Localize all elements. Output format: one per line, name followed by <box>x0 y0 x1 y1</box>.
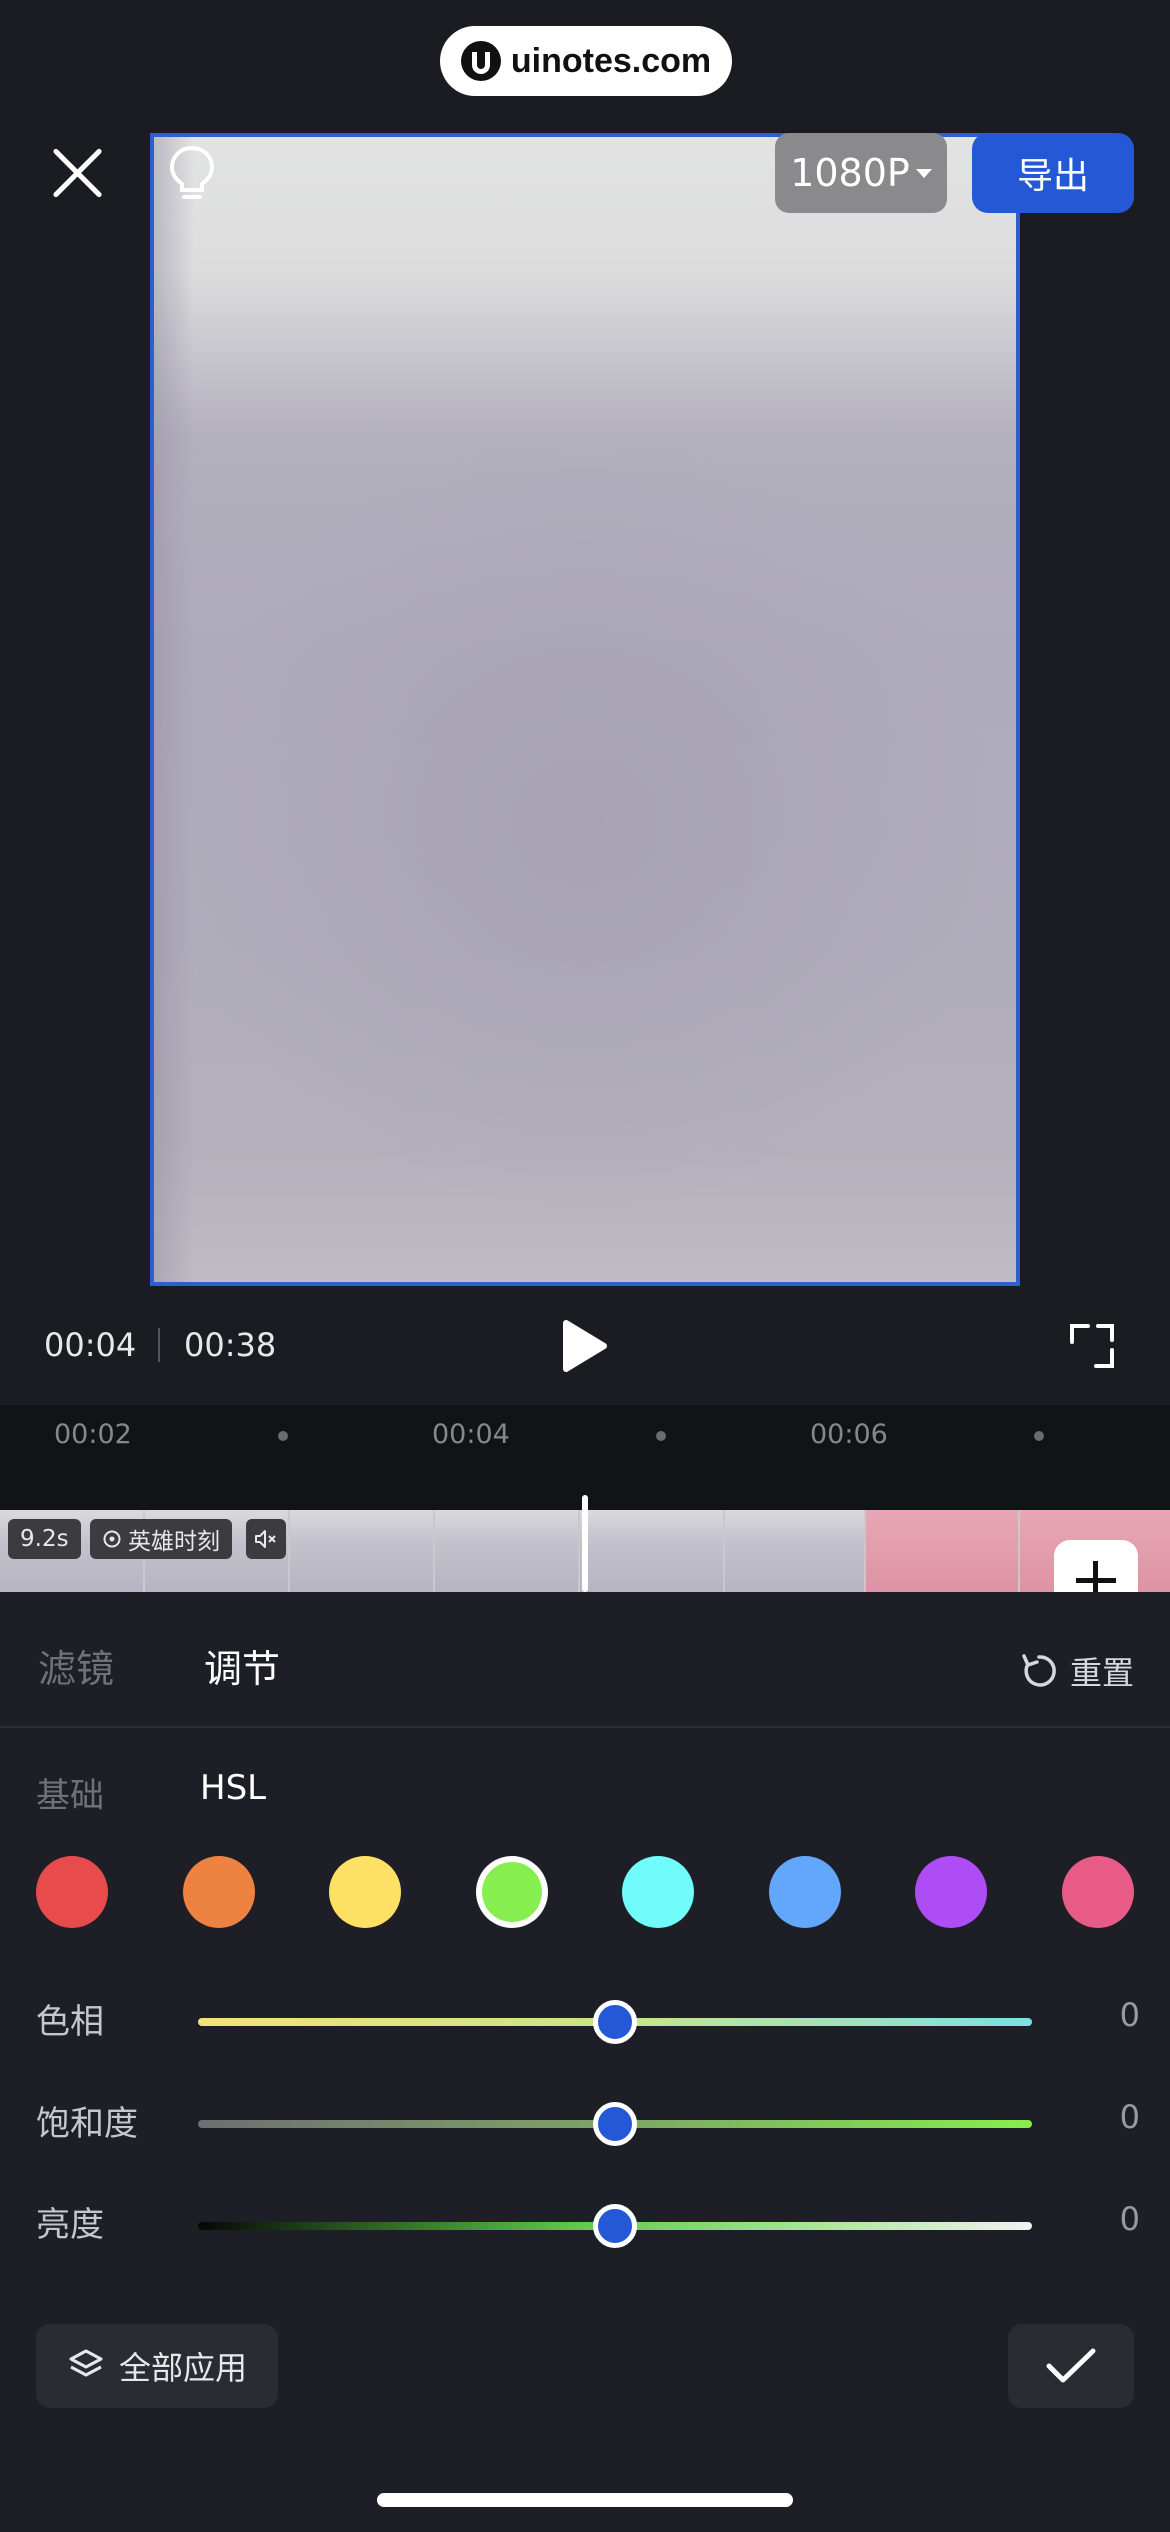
total-time: 00:38 <box>184 1326 277 1364</box>
timeline-tick: 00:04 <box>432 1419 510 1450</box>
hue-label: 色相 <box>36 2002 104 2042</box>
clip-duration-badge: 9.2s <box>8 1519 81 1559</box>
timeline-dot <box>656 1431 666 1441</box>
tab-adjust[interactable]: 调节 <box>204 1638 280 1693</box>
panel-divider <box>0 1726 1170 1728</box>
timeline-dot <box>278 1431 288 1441</box>
swatch-pink[interactable] <box>1061 1856 1134 1928</box>
close-icon[interactable] <box>48 144 106 202</box>
clip-frame <box>866 1510 1020 1592</box>
current-time: 00:04 <box>44 1326 137 1364</box>
layers-icon <box>69 2349 103 2377</box>
resolution-button[interactable]: 1080P <box>775 133 947 213</box>
swatch-yellow[interactable] <box>329 1856 401 1928</box>
timeline-tick: 00:02 <box>54 1419 132 1450</box>
check-icon <box>1046 2348 1096 2383</box>
highlight-icon <box>103 1530 121 1548</box>
hue-slider-thumb[interactable] <box>593 2000 637 2044</box>
subtab-hsl[interactable]: HSL <box>200 1768 266 1808</box>
resolution-label: 1080P <box>790 151 910 195</box>
swatch-cyan[interactable] <box>622 1856 694 1928</box>
saturation-label: 饱和度 <box>36 2104 138 2144</box>
timeline-dot <box>1034 1431 1044 1441</box>
export-button[interactable]: 导出 <box>972 133 1134 213</box>
watermark-text: uinotes.com <box>510 41 712 80</box>
caret-down-icon <box>915 168 932 178</box>
apply-all-button[interactable]: 全部应用 <box>36 2324 278 2408</box>
swatch-blue[interactable] <box>768 1856 841 1928</box>
watermark-badge: uinotes.com <box>440 26 732 96</box>
swatch-green[interactable] <box>481 1862 542 1922</box>
play-icon[interactable] <box>560 1318 610 1374</box>
swatch-red[interactable] <box>36 1856 108 1928</box>
confirm-button[interactable] <box>1008 2324 1134 2408</box>
brightness-slider-thumb[interactable] <box>593 2204 637 2248</box>
reset-button[interactable]: 重置 <box>1020 1648 1134 1694</box>
adjust-panel: 滤镜 调节 重置 基础 HSL 色相 0 饱和度 0 亮度 0 全部应用 <box>0 1592 1170 2532</box>
lightbulb-icon[interactable] <box>166 144 218 206</box>
reset-label: 重置 <box>1070 1654 1135 1692</box>
mute-icon <box>255 1530 276 1548</box>
swatch-orange[interactable] <box>182 1856 255 1928</box>
clip-tag-badge[interactable]: 英雄时刻 <box>90 1519 232 1559</box>
saturation-value: 0 <box>1119 2098 1140 2136</box>
video-preview[interactable] <box>150 133 1020 1286</box>
brightness-value: 0 <box>1119 2200 1140 2238</box>
clip-duration: 9.2s <box>20 1526 69 1552</box>
uinotes-logo-icon <box>460 41 501 81</box>
timeline-tick: 00:06 <box>810 1419 888 1450</box>
timeline[interactable]: 00:02 00:04 00:06 9.2s 英雄时刻 <box>0 1405 1170 1592</box>
clip-frame <box>290 1510 435 1592</box>
playhead[interactable] <box>582 1495 588 1592</box>
clip-frame <box>435 1510 580 1592</box>
saturation-slider-thumb[interactable] <box>593 2102 637 2146</box>
apply-all-label: 全部应用 <box>118 2349 247 2387</box>
add-clip-button[interactable] <box>1054 1540 1138 1592</box>
clip-frame <box>725 1510 866 1592</box>
fullscreen-icon[interactable] <box>1068 1322 1116 1370</box>
swatch-purple[interactable] <box>915 1856 987 1928</box>
subtab-basic[interactable]: 基础 <box>36 1768 104 1817</box>
brightness-label: 亮度 <box>36 2205 104 2245</box>
time-divider <box>158 1328 160 1362</box>
tab-filters[interactable]: 滤镜 <box>38 1638 114 1693</box>
hue-value: 0 <box>1119 1996 1140 2034</box>
clip-tag: 英雄时刻 <box>128 1529 220 1555</box>
mute-badge[interactable] <box>246 1519 286 1559</box>
reset-icon <box>1022 1654 1056 1687</box>
clip-frame <box>580 1510 725 1592</box>
home-indicator <box>377 2493 793 2507</box>
